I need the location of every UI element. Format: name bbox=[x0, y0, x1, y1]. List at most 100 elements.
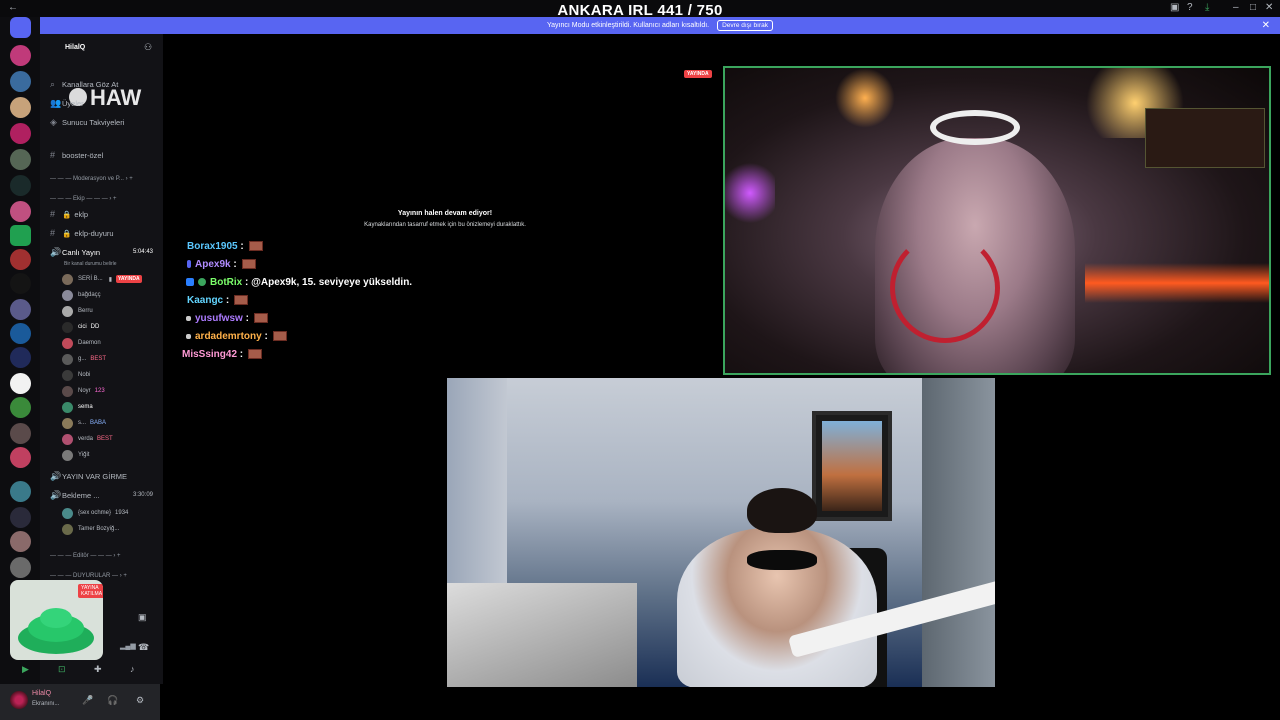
chat-line: Borax1905 : bbox=[180, 237, 540, 255]
disconnect-icon[interactable]: ☎ bbox=[138, 642, 149, 653]
avatar bbox=[62, 321, 73, 333]
headphones-icon[interactable]: 🎧 bbox=[107, 695, 118, 706]
chat-username: yusufwsw bbox=[195, 312, 243, 324]
voice-user[interactable]: Yiğit bbox=[62, 448, 89, 462]
server-icon[interactable] bbox=[10, 45, 31, 66]
avatar[interactable] bbox=[10, 691, 28, 709]
voice-user[interactable]: s... BABA bbox=[62, 416, 106, 430]
server-boosts[interactable]: ◈ Sunucu Takviyeleri bbox=[40, 114, 163, 130]
maximize-icon[interactable]: □ bbox=[1250, 2, 1256, 13]
purple-light bbox=[725, 158, 775, 228]
settings-gear-icon[interactable]: ⚙ bbox=[136, 695, 144, 706]
avatar bbox=[62, 433, 73, 445]
server-icon[interactable] bbox=[10, 557, 31, 578]
signal-icon[interactable]: ▂▄▆ bbox=[120, 642, 136, 650]
screen-share-icon[interactable]: ▣ bbox=[138, 612, 147, 623]
minimize-icon[interactable]: – bbox=[1233, 2, 1239, 13]
voice-channel-bekleme[interactable]: 🔊 Bekleme ... 3:30:09 bbox=[40, 487, 163, 503]
help-icon[interactable]: ? bbox=[1187, 2, 1193, 13]
video-icon[interactable]: ▶ bbox=[22, 664, 29, 675]
voice-user[interactable]: g... BEST bbox=[62, 352, 106, 366]
chat-username: Apex9k bbox=[195, 258, 231, 270]
microphone-icon[interactable]: 🎤 bbox=[82, 695, 93, 706]
channel-booster-ozel[interactable]: # booster-özel bbox=[40, 147, 163, 163]
poster-art bbox=[822, 421, 882, 511]
voice-channel-canli-yayin[interactable]: 🔊 Canlı Yayın 5:04:43 bbox=[40, 244, 163, 260]
server-name[interactable]: HilalQ bbox=[65, 44, 85, 51]
browse-icon: ⌕ bbox=[50, 78, 56, 89]
category-ekip[interactable]: — — — Ekip — — — › + bbox=[50, 196, 117, 202]
voice-user[interactable]: Noyr 123 bbox=[62, 384, 105, 398]
chat-username: Borax1905 bbox=[187, 240, 238, 252]
user-tag: BEST bbox=[97, 436, 113, 442]
voice-user[interactable]: cici DD bbox=[62, 320, 99, 334]
home-icon[interactable] bbox=[10, 17, 31, 38]
webcam-streamer-top[interactable] bbox=[723, 66, 1271, 375]
browse-channels[interactable]: ⌕ Kanallara Göz At bbox=[40, 76, 163, 92]
server-icon[interactable] bbox=[10, 201, 31, 222]
server-icon[interactable] bbox=[10, 225, 31, 246]
voice-user[interactable]: Nobi bbox=[62, 368, 90, 382]
add-member-icon[interactable]: ⚇ bbox=[144, 42, 152, 53]
emote-icon bbox=[241, 259, 256, 269]
category-duyurular[interactable]: — — — DUYURULAR — › + bbox=[50, 573, 127, 579]
soundboard-icon[interactable]: ♪ bbox=[130, 664, 135, 674]
server-icon[interactable] bbox=[10, 323, 31, 344]
chat-username: BotRix bbox=[210, 276, 243, 288]
avatar bbox=[62, 369, 73, 381]
voice-user[interactable]: {sex ochme} 1934 bbox=[62, 506, 128, 520]
hair bbox=[747, 488, 817, 533]
channel-eklp-duyuru[interactable]: # 🔒 eklp-duyuru bbox=[40, 225, 163, 241]
server-icon[interactable] bbox=[10, 373, 31, 394]
voice-user[interactable]: Berru bbox=[62, 304, 93, 318]
banner-close-icon[interactable]: ✕ bbox=[1262, 20, 1270, 31]
server-icon[interactable] bbox=[10, 299, 31, 320]
title-bar: ← ▣ ? ⤓ – □ ✕ bbox=[0, 0, 1280, 17]
download-icon[interactable]: ⤓ bbox=[1205, 2, 1209, 13]
server-icon[interactable] bbox=[10, 397, 31, 418]
voice-user[interactable]: sema bbox=[62, 400, 93, 414]
server-icon[interactable] bbox=[10, 481, 31, 502]
server-icon[interactable] bbox=[10, 97, 31, 118]
activities-icon[interactable]: ✚ bbox=[94, 664, 102, 675]
avatar bbox=[62, 401, 73, 413]
server-icon[interactable] bbox=[10, 273, 31, 294]
server-icon[interactable] bbox=[10, 531, 31, 552]
door bbox=[922, 378, 995, 687]
sunglasses bbox=[747, 550, 817, 570]
webcam-guest-bottom[interactable] bbox=[447, 378, 995, 687]
server-icon[interactable] bbox=[10, 447, 31, 468]
server-icon[interactable] bbox=[10, 423, 31, 444]
hash-icon: # bbox=[50, 150, 56, 160]
voice-user[interactable]: Daemon bbox=[62, 336, 101, 350]
screenshare-active-icon[interactable]: ⊡ bbox=[58, 664, 66, 675]
server-icon[interactable] bbox=[10, 249, 31, 270]
members[interactable]: 👥 Üyeler bbox=[40, 95, 163, 111]
voice-user[interactable]: bağdaçç bbox=[62, 288, 101, 302]
inbox-icon[interactable]: ▣ bbox=[1170, 2, 1179, 13]
voice-user[interactable]: verda BEST bbox=[62, 432, 113, 446]
voice-user[interactable]: SERİ B... ▮ YAYINDA bbox=[62, 272, 142, 286]
server-icon[interactable] bbox=[10, 71, 31, 92]
server-icon[interactable] bbox=[10, 149, 31, 170]
avatar bbox=[62, 385, 73, 397]
back-arrow-icon[interactable]: ← bbox=[8, 2, 18, 13]
server-icon[interactable] bbox=[10, 175, 31, 196]
avatar bbox=[62, 353, 73, 365]
chat-line: Kaangc : bbox=[180, 291, 540, 309]
voice-timer: 5:04:43 bbox=[132, 249, 153, 255]
server-icon[interactable] bbox=[10, 347, 31, 368]
channel-status[interactable]: Bir kanal durumu belirle bbox=[64, 261, 117, 267]
channel-eklp[interactable]: # 🔒 eklp bbox=[40, 206, 163, 222]
disable-streamer-mode-button[interactable]: Devre dışı bırak bbox=[717, 20, 773, 31]
close-icon[interactable]: ✕ bbox=[1265, 2, 1273, 13]
category-yayin-var-girme[interactable]: 🔊 YAYIN VAR GİRME bbox=[40, 468, 163, 484]
user-name[interactable]: HilalQ bbox=[32, 690, 51, 697]
avatar bbox=[62, 273, 73, 285]
voice-user[interactable]: Tamer Bozyiğ... bbox=[62, 522, 119, 536]
category-editor[interactable]: — — — Editör — — — › + bbox=[50, 553, 121, 559]
boost-icon: ◈ bbox=[50, 116, 57, 127]
server-icon[interactable] bbox=[10, 507, 31, 528]
category-moderation[interactable]: — — — Moderasyon ve P... › + bbox=[50, 176, 133, 182]
server-icon[interactable] bbox=[10, 123, 31, 144]
